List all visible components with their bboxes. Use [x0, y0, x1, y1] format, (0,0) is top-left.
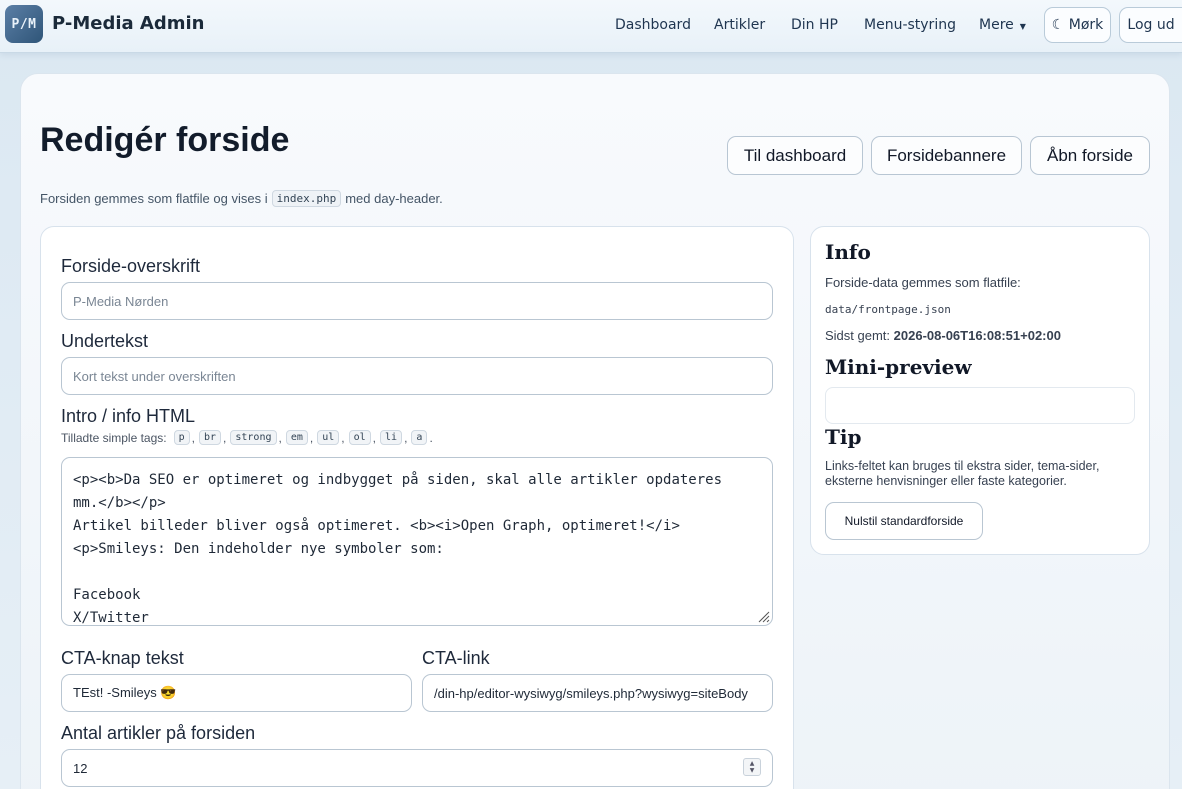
nav-din-hp[interactable]: Din HP: [791, 17, 838, 33]
caret-down-icon: ▼: [1019, 22, 1026, 31]
tag-p: p: [173, 430, 190, 445]
allowed-tags-hint: Tilladte simple tags: p, br, strong, em,…: [61, 430, 433, 445]
subtitle-text-before: Forsiden gemmes som flatfile og vises i: [40, 191, 268, 206]
page-title: Redigér forside: [40, 121, 290, 159]
logout-button[interactable]: Log ud: [1119, 7, 1182, 43]
nav-mere-label: Mere: [979, 17, 1014, 33]
tag-a: a: [411, 430, 428, 445]
top-navigation-bar: P/M P-Media Admin Dashboard Artikler Din…: [0, 0, 1182, 53]
tag-strong: strong: [230, 430, 277, 445]
intro-line: mm.</b></p>: [73, 495, 166, 511]
subtitle-text-after: med day-header.: [345, 191, 443, 206]
headline-input[interactable]: P-Media Nørden: [61, 282, 773, 320]
info-heading: Info: [825, 240, 871, 264]
subtitle-code: index.php: [271, 190, 342, 207]
tip-text-line-2: eksterne henvisninger eller faste katego…: [825, 474, 1067, 488]
tags-prefix: Tilladte simple tags:: [61, 430, 167, 445]
intro-line: Artikel billeder bliver også optimeret. …: [73, 518, 680, 534]
tip-heading: Tip: [825, 425, 862, 449]
subtext-label: Undertekst: [61, 331, 149, 351]
cta-text-input[interactable]: TEst! -Smileys 😎: [61, 674, 412, 712]
cta-link-label: CTA-link: [422, 648, 490, 668]
tag-br: br: [198, 430, 222, 445]
flatfile-text: Forside-data gemmes som flatfile:: [825, 275, 1021, 290]
last-saved-label: Sidst gemt:: [825, 328, 891, 343]
intro-html-textarea[interactable]: <p><b>Da SEO er optimeret og indbygget p…: [61, 457, 773, 626]
tip-text-line-1: Links-feltet kan bruges til ekstra sider…: [825, 459, 1100, 473]
intro-line: [73, 561, 761, 584]
brand-title[interactable]: P-Media Admin: [52, 13, 205, 34]
tag-li: li: [380, 430, 403, 445]
flatfile-path: data/frontpage.json: [825, 303, 951, 316]
tag-em: em: [285, 430, 308, 445]
resize-handle-icon[interactable]: [757, 610, 770, 623]
to-dashboard-button[interactable]: Til dashboard: [727, 136, 863, 175]
intro-line: <p><b>Da SEO er optimeret og indbygget p…: [73, 472, 723, 488]
cta-link-input[interactable]: /din-hp/editor-wysiwyg/smileys.php?wysiw…: [422, 674, 773, 712]
subtext-input[interactable]: Kort tekst under overskriften: [61, 357, 773, 395]
intro-line: Facebook: [73, 587, 141, 603]
open-frontpage-button[interactable]: Åbn forside: [1030, 136, 1150, 175]
page-subtitle: Forsiden gemmes som flatfile og vises i …: [40, 190, 443, 207]
nav-artikler[interactable]: Artikler: [714, 17, 765, 33]
intro-label: Intro / info HTML: [61, 406, 196, 426]
tag-ul: ul: [317, 430, 340, 445]
nav-mere-dropdown[interactable]: Mere ▼: [979, 17, 1026, 33]
mini-preview-box: [825, 387, 1135, 424]
theme-toggle-button[interactable]: ☾ Mørk: [1044, 7, 1111, 43]
article-count-input[interactable]: 12: [61, 749, 773, 787]
logo[interactable]: P/M: [5, 5, 43, 43]
cta-text-label: CTA-knap tekst: [61, 648, 184, 668]
headline-label: Forside-overskrift: [61, 256, 201, 276]
nav-menu-styring[interactable]: Menu-styring: [864, 17, 956, 33]
number-stepper-icon[interactable]: ▲ ▼: [743, 758, 761, 776]
tag-ol: ol: [348, 430, 371, 445]
mini-preview-heading: Mini-preview: [825, 355, 972, 379]
last-saved: Sidst gemt: 2026-08-06T16:08:51+02:00: [825, 328, 1061, 343]
intro-line: <p>Smileys: Den indeholder nye symboler …: [73, 541, 444, 557]
intro-line: X/Twitter: [73, 610, 149, 626]
nav-dashboard[interactable]: Dashboard: [615, 17, 691, 33]
last-saved-value: 2026-08-06T16:08:51+02:00: [893, 328, 1061, 343]
frontpage-banners-button[interactable]: Forsidebannere: [871, 136, 1022, 175]
article-count-label: Antal artikler på forsiden: [61, 723, 256, 743]
reset-frontpage-button[interactable]: Nulstil standardforside: [825, 502, 983, 540]
